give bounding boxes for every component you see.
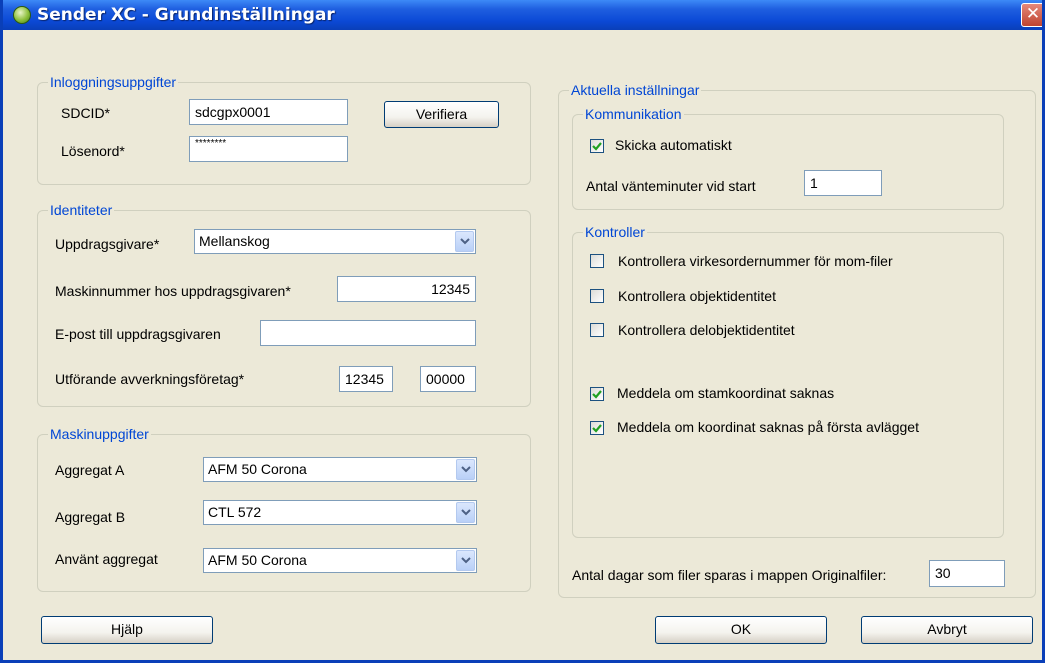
used-aggregat-label: Använt aggregat [55, 551, 158, 567]
settings-dialog: Sender XC - Grundinställningar ✕ Inloggn… [0, 0, 1045, 663]
check-object-id-checkbox[interactable] [590, 289, 604, 303]
aggregat-a-label: Aggregat A [55, 462, 125, 478]
aggregat-b-label: Aggregat B [55, 509, 126, 525]
check-order-number-label: Kontrollera virkesordernummer för mom-fi… [618, 253, 893, 269]
machine-no-label: Maskinnummer hos uppdragsgivaren* [55, 283, 291, 299]
communication-legend: Kommunikation [583, 106, 684, 122]
notify-first-log-coordinate-checkbox[interactable] [590, 421, 604, 435]
checks-legend: Kontroller [583, 224, 647, 240]
keep-days-label: Antal dagar som filer sparas i mappen Or… [572, 567, 887, 583]
check-object-id-label: Kontrollera objektidentitet [618, 288, 776, 304]
verify-button[interactable]: Verifiera [384, 101, 499, 128]
email-label: E-post till uppdragsgivaren [55, 326, 221, 342]
contractor-id-field[interactable]: 12345 [339, 366, 393, 392]
cancel-button[interactable]: Avbryt [861, 616, 1033, 644]
client-select-value: Mellanskog [199, 233, 270, 249]
password-field[interactable]: ******** [189, 136, 348, 162]
aggregat-b-value: CTL 572 [208, 504, 262, 520]
close-button[interactable]: ✕ [1021, 3, 1042, 27]
wait-minutes-label: Antal vänteminuter vid start [586, 178, 756, 194]
aggregat-a-select[interactable]: AFM 50 Corona [203, 457, 477, 482]
check-subobject-id-checkbox[interactable] [590, 323, 604, 337]
used-aggregat-value: AFM 50 Corona [208, 552, 307, 568]
ok-button[interactable]: OK [655, 616, 827, 644]
window-title: Sender XC - Grundinställningar [37, 5, 335, 25]
help-button[interactable]: Hjälp [41, 616, 213, 644]
sdcid-field[interactable]: sdcgpx0001 [189, 99, 348, 125]
notify-first-log-coordinate-label: Meddela om koordinat saknas på första av… [617, 419, 919, 435]
chevron-down-icon[interactable] [456, 550, 475, 571]
machine-no-field[interactable]: 12345 [337, 276, 476, 302]
chevron-down-icon[interactable] [456, 459, 475, 480]
chevron-down-icon[interactable] [455, 231, 474, 252]
login-group [37, 82, 531, 185]
client-label: Uppdragsgivare* [55, 236, 160, 252]
check-subobject-id-label: Kontrollera delobjektidentitet [618, 322, 795, 338]
notify-stem-coordinate-checkbox[interactable] [590, 387, 604, 401]
app-icon [13, 6, 31, 24]
email-field[interactable] [260, 320, 476, 346]
wait-minutes-field[interactable]: 1 [804, 170, 882, 196]
notify-stem-coordinate-label: Meddela om stamkoordinat saknas [617, 385, 835, 401]
contractor-suffix-field[interactable]: 00000 [420, 366, 476, 392]
auto-send-label: Skicka automatiskt [615, 137, 732, 153]
client-select[interactable]: Mellanskog [194, 229, 476, 254]
password-label: Lösenord* [61, 143, 125, 159]
aggregat-a-value: AFM 50 Corona [208, 461, 307, 477]
keep-days-field[interactable]: 30 [929, 560, 1005, 587]
login-legend: Inloggningsuppgifter [48, 74, 179, 90]
used-aggregat-select[interactable]: AFM 50 Corona [203, 548, 477, 573]
identity-legend: Identiteter [48, 202, 115, 218]
sdcid-label: SDCID* [61, 105, 111, 121]
contractor-label: Utförande avverkningsföretag* [55, 371, 245, 387]
chevron-down-icon[interactable] [456, 502, 475, 523]
current-settings-legend: Aktuella inställningar [569, 82, 702, 98]
check-order-number-checkbox[interactable] [590, 254, 604, 268]
machine-legend: Maskinuppgifter [48, 426, 151, 442]
title-bar[interactable]: Sender XC - Grundinställningar ✕ [3, 0, 1042, 30]
communication-group [572, 114, 1004, 210]
aggregat-b-select[interactable]: CTL 572 [203, 500, 477, 525]
auto-send-checkbox[interactable] [590, 139, 604, 153]
